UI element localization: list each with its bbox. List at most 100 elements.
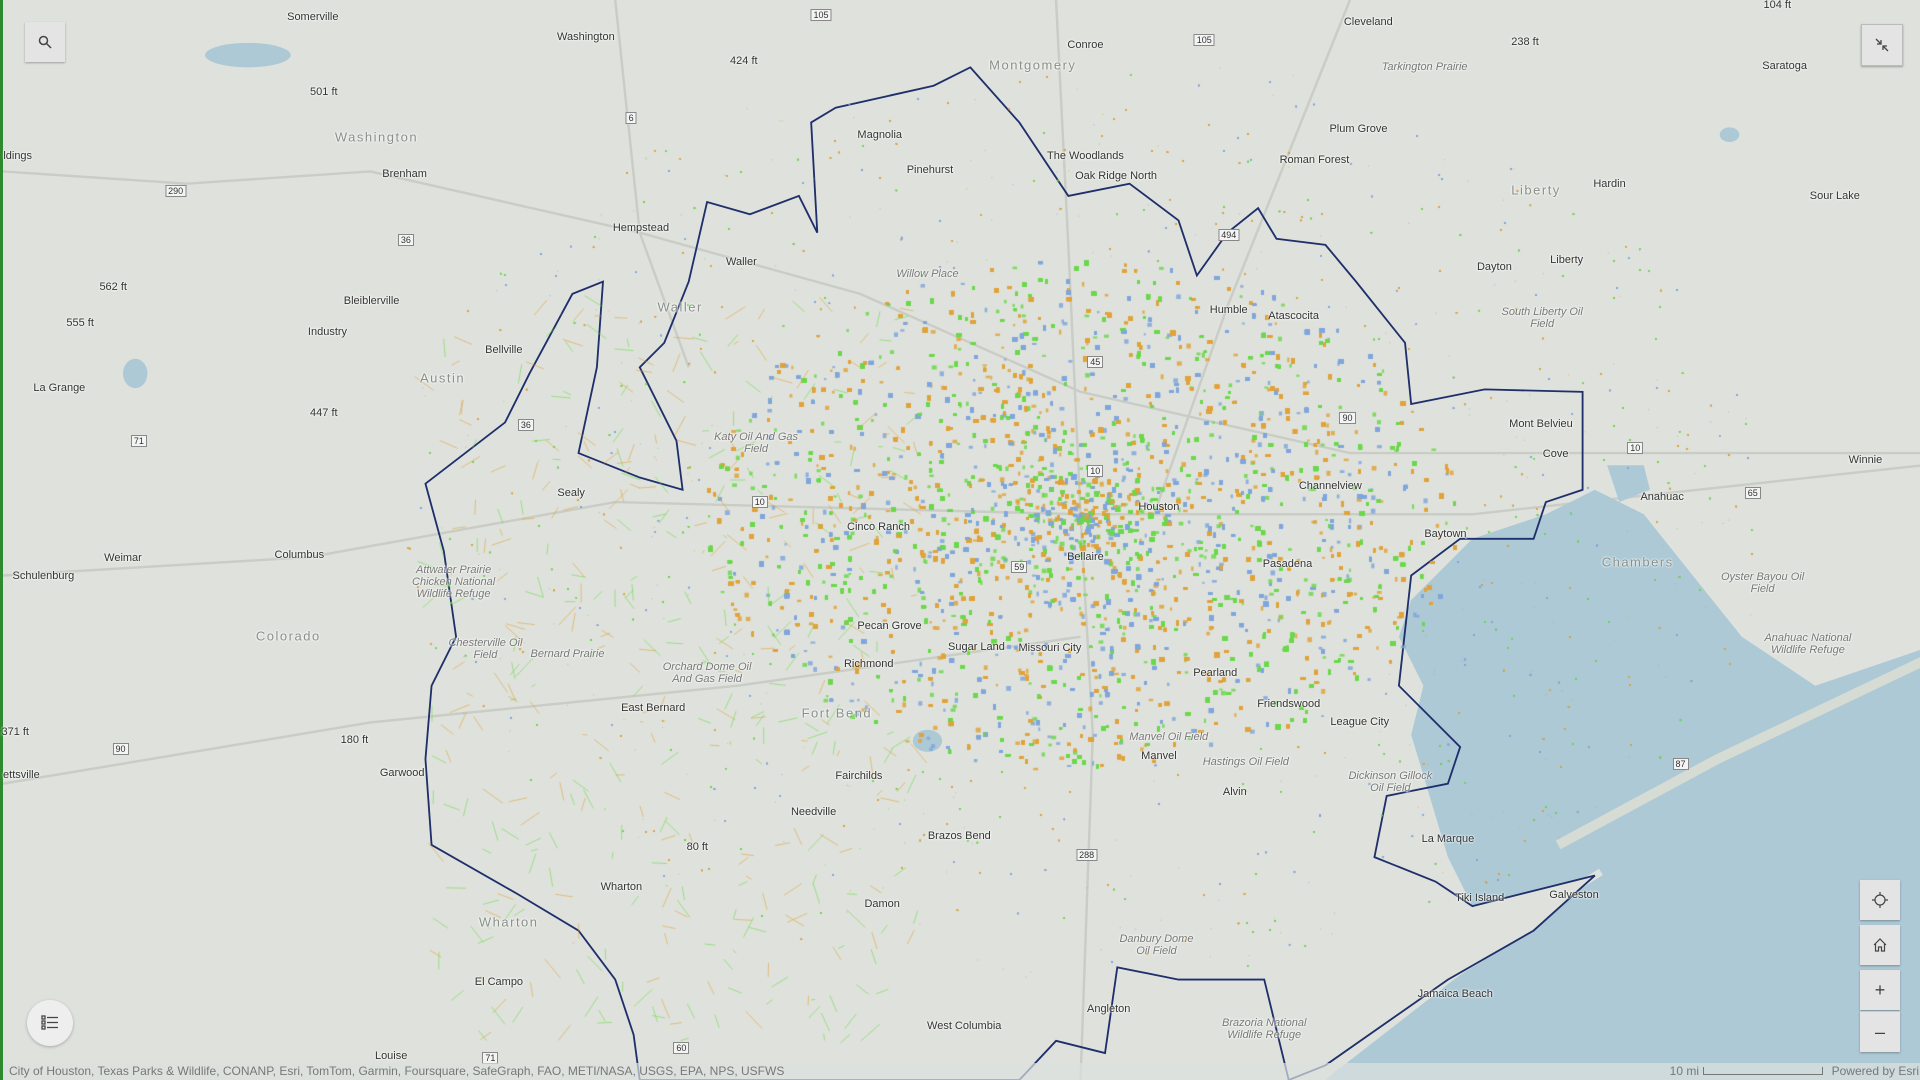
place-label: Channelview [1298,480,1362,493]
place-label: Needville [790,805,837,818]
place-label: Cove [1542,448,1569,461]
highway-shield: 45 [1087,356,1104,369]
home-button[interactable] [1860,925,1900,965]
place-label: 424 ft [730,55,758,68]
place-label: Austin [420,370,466,386]
place-label: Attwater Prairie Chicken National Wildli… [412,563,496,600]
place-label: Winnie [1848,454,1883,467]
place-label: Garwood [379,766,425,779]
highway-shield: 6 [625,111,637,124]
place-label: Angleton [1086,1002,1131,1015]
highway-shield: 105 [1193,34,1215,47]
place-label: Bernard Prairie [530,647,605,660]
highway-shield: 290 [165,185,187,198]
place-label: Richmond [843,657,894,670]
place-label: Sugar Land [948,640,1005,653]
place-label: Atascocita [1268,309,1319,322]
place-label: Brenham [382,167,427,180]
highway-shield: 10 [751,496,768,509]
place-label: Manvel Oil Field [1129,731,1209,744]
place-label: Wharton [600,880,643,893]
place-label: Orchard Dome Oil And Gas Field [662,661,752,686]
place-label: Schulenburg [12,569,75,582]
place-label: Columbus [274,548,325,561]
place-label: Bellaire [1067,551,1104,564]
locate-button[interactable] [1860,880,1900,920]
place-label: Liberty [1550,253,1584,266]
place-label: Humble [1209,303,1248,316]
place-label: Colorado [255,628,321,643]
zoom-out-button[interactable]: – [1860,1011,1900,1052]
place-label: Danbury Dome Oil Field [1119,933,1194,958]
place-label: Washington [557,30,615,43]
place-label: La Marque [1421,832,1475,845]
highway-shield: 10 [1087,465,1104,478]
place-label: Washington [334,129,419,145]
place-label: ldings [3,149,33,162]
place-label: Tarkington Prairie [1381,61,1468,74]
place-label: 501 ft [310,85,338,98]
place-label: Fort Bend [801,705,873,721]
highway-shield: 65 [1744,487,1761,500]
scale-label: 10 mi [1669,1064,1699,1078]
place-label: South Liberty Oil Field [1501,306,1583,331]
highway-shield: 494 [1218,229,1240,242]
place-label: Sealy [557,487,585,500]
highway-shield: 59 [1011,560,1028,573]
map-view[interactable]: Somerville Washington Conroe Cleveland Montg… [0,0,1920,1080]
place-label: Anahuac [1640,491,1684,504]
place-label: Brazos Bend [927,830,991,843]
place-label: ettsville [3,769,40,782]
place-label: Dayton [1476,260,1512,273]
place-label: Bleiblerville [343,295,400,308]
powered-by-esri-link[interactable]: Powered by Esri [1832,1064,1919,1078]
scale-bar: 10 mi [1670,1064,1823,1078]
place-label: Brazoria National Wildlife Refuge [1222,1016,1307,1041]
place-label: Dickinson Gillock Oil Field [1348,770,1433,795]
search-icon [38,35,52,49]
place-label: 104 ft [1763,0,1792,11]
place-label: Damon [864,897,900,910]
highway-shield: 90 [112,743,129,756]
place-label: Pecan Grove [857,619,922,632]
place-label: Cinco Ranch [847,520,910,533]
place-label: Montgomery [989,57,1077,73]
place-label: Houston [1138,500,1180,513]
place-label: Hardin [1593,177,1626,190]
place-label: Pinehurst [906,164,954,177]
search-button[interactable] [25,22,65,62]
legend-button[interactable] [27,1000,73,1046]
place-label: Hempstead [612,221,670,234]
place-label: 180 ft [340,733,369,746]
place-label: 555 ft [66,317,94,330]
locate-icon [1872,892,1888,908]
place-label: Louise [374,1049,408,1062]
place-label: Mont Belvieu [1509,417,1573,430]
highway-shield: 90 [1339,411,1356,424]
place-label: Pasadena [1262,558,1313,571]
place-label: Fairchilds [835,770,883,783]
place-label: Oak Ridge North [1075,170,1158,183]
highway-shield: 10 [1627,442,1644,455]
highway-shield: 36 [397,234,414,246]
place-label: Pearland [1193,667,1238,680]
place-label: Liberty [1511,182,1561,198]
place-label: 238 ft [1511,35,1539,48]
zoom-in-button[interactable]: + [1860,970,1900,1010]
collapse-button[interactable] [1861,24,1903,66]
place-label: West Columbia [927,1020,1002,1033]
home-icon [1873,938,1887,952]
place-label: Chambers [1601,554,1674,570]
collapse-icon [1875,38,1889,52]
place-label: East Bernard [621,701,686,714]
place-label: Cleveland [1343,16,1393,29]
minus-icon: – [1874,1021,1885,1042]
place-label: Tiki Island [1455,891,1505,904]
place-label: Bellville [485,344,523,357]
attribution-text[interactable]: City of Houston, Texas Parks & Wildlife,… [9,1064,784,1078]
place-label: Oyster Bayou Oil Field [1721,570,1805,595]
place-label: 447 ft [310,406,338,419]
place-label: Hastings Oil Field [1202,755,1289,768]
highway-shield: 71 [130,434,147,447]
place-label: Industry [307,325,348,338]
